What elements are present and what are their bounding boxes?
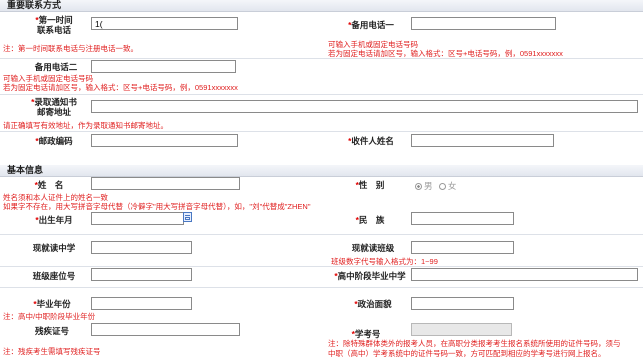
row-divider — [0, 266, 643, 267]
name-note-2: 如果字不存在，用大写拼音字母代替（冷僻字"用大写拼音字母代替），如，"刘"代替成… — [3, 202, 311, 211]
address-label-line2: 邮寄地址 — [36, 107, 71, 117]
row-divider — [0, 58, 643, 59]
first-phone-input[interactable] — [91, 17, 238, 30]
gender-radio-group: 男 女 — [415, 180, 456, 192]
gender-label-text: 性 别 — [358, 180, 385, 190]
recipient-label-text: 收件人姓名 — [351, 136, 394, 146]
grad-school-label: *高中阶段毕业中学 — [330, 271, 410, 281]
grad-year-label: *毕业年份 — [24, 299, 80, 309]
seat-label: 班级座位号 — [32, 271, 76, 281]
postcode-label: *邮政编码 — [26, 136, 82, 146]
ethnicity-input[interactable] — [411, 212, 514, 225]
first-phone-label-line1: 第一时间 — [38, 15, 73, 25]
recipient-label: *收件人姓名 — [336, 136, 406, 146]
student-no-label: *学考号 — [338, 329, 394, 339]
row-divider — [0, 234, 643, 235]
name-label: *姓 名 — [24, 180, 74, 190]
backup2-note-2: 若为固定电话请加区号，输入格式：区号+电话号码，例，0591xxxxxxx — [3, 83, 238, 92]
grad-school-label-text: 高中阶段毕业中学 — [337, 271, 406, 281]
backup-phone2-label: 备用电话二 — [34, 62, 78, 72]
postcode-label-text: 邮政编码 — [38, 136, 73, 146]
gender-female-label: 女 — [447, 181, 457, 191]
student-no-label-text: 学考号 — [354, 329, 381, 339]
backup-phone1-label-text: 备用电话一 — [351, 20, 394, 30]
ethnicity-label-text: 民 族 — [358, 215, 385, 225]
gender-label: *性 别 — [340, 180, 400, 190]
political-label-text: 政治面貌 — [357, 299, 392, 309]
first-phone-note: 注：第一时间联系电话与注册电话一致。 — [3, 44, 138, 53]
grad-year-note: 注：高中/中职阶段毕业年份 — [3, 312, 96, 321]
disability-label: 残疾证号 — [34, 326, 69, 336]
first-phone-label-line2: 联系电话 — [36, 25, 71, 35]
radio-selected-icon[interactable] — [415, 183, 422, 190]
contact-section-header: 重要联系方式 — [0, 0, 643, 12]
row-divider — [0, 131, 643, 132]
disability-note: 注：残疾考生需填写残疾证号 — [3, 347, 101, 356]
class-input[interactable] — [411, 241, 514, 254]
birth-input[interactable] — [91, 212, 184, 225]
disability-input[interactable] — [91, 323, 240, 336]
basic-section-header: 基本信息 — [0, 165, 643, 177]
student-no-note-1: 注：除特殊群体类外的报考人员，在高职分类报考考生报名系统所使用的证件号码，须与 — [328, 339, 621, 348]
grad-year-input[interactable] — [91, 297, 192, 310]
backup-phone2-input[interactable] — [91, 60, 236, 73]
gender-male-option[interactable]: 男 — [415, 181, 433, 191]
contact-section-title: 重要联系方式 — [7, 0, 62, 10]
backup-phone1-label: *备用电话一 — [336, 20, 406, 30]
gender-male-label: 男 — [424, 181, 433, 191]
recipient-input[interactable] — [411, 134, 554, 147]
address-label: *录取通知书 邮寄地址 — [26, 97, 82, 117]
row-divider — [0, 94, 643, 95]
address-input[interactable] — [91, 100, 638, 113]
school-input[interactable] — [91, 241, 192, 254]
political-input[interactable] — [411, 297, 514, 310]
basic-section-title: 基本信息 — [7, 165, 44, 175]
political-label: *政治面貌 — [338, 299, 408, 309]
backup-phone1-input[interactable] — [411, 17, 556, 30]
student-no-input[interactable] — [411, 323, 512, 336]
class-label: 现就读班级 — [351, 243, 395, 253]
student-no-note-2: 中职（高中）学考系统中的证件号码一致，方可匹配到相应的学考号进行网上报名。 — [328, 349, 606, 358]
name-label-text: 姓 名 — [37, 180, 64, 190]
school-label: 现就读中学 — [32, 243, 76, 253]
name-input[interactable] — [91, 177, 240, 190]
radio-icon[interactable] — [438, 183, 446, 190]
seat-input[interactable] — [91, 268, 192, 281]
birth-label: *出生年月 — [26, 215, 82, 225]
address-label-line1: 录取通知书 — [34, 97, 77, 107]
calendar-icon[interactable] — [183, 212, 192, 222]
row-divider — [0, 287, 643, 288]
birth-label-text: 出生年月 — [38, 215, 73, 225]
grad-school-input[interactable] — [411, 268, 638, 281]
address-note: 请正确填写有效地址，作为录取通知书邮寄地址。 — [3, 121, 168, 130]
postcode-input[interactable] — [91, 134, 238, 147]
grad-year-label-text: 毕业年份 — [36, 299, 71, 309]
gender-female-option[interactable]: 女 — [438, 181, 457, 191]
first-phone-label: *第一时间 联系电话 — [26, 15, 82, 35]
ethnicity-label: *民 族 — [340, 215, 400, 225]
